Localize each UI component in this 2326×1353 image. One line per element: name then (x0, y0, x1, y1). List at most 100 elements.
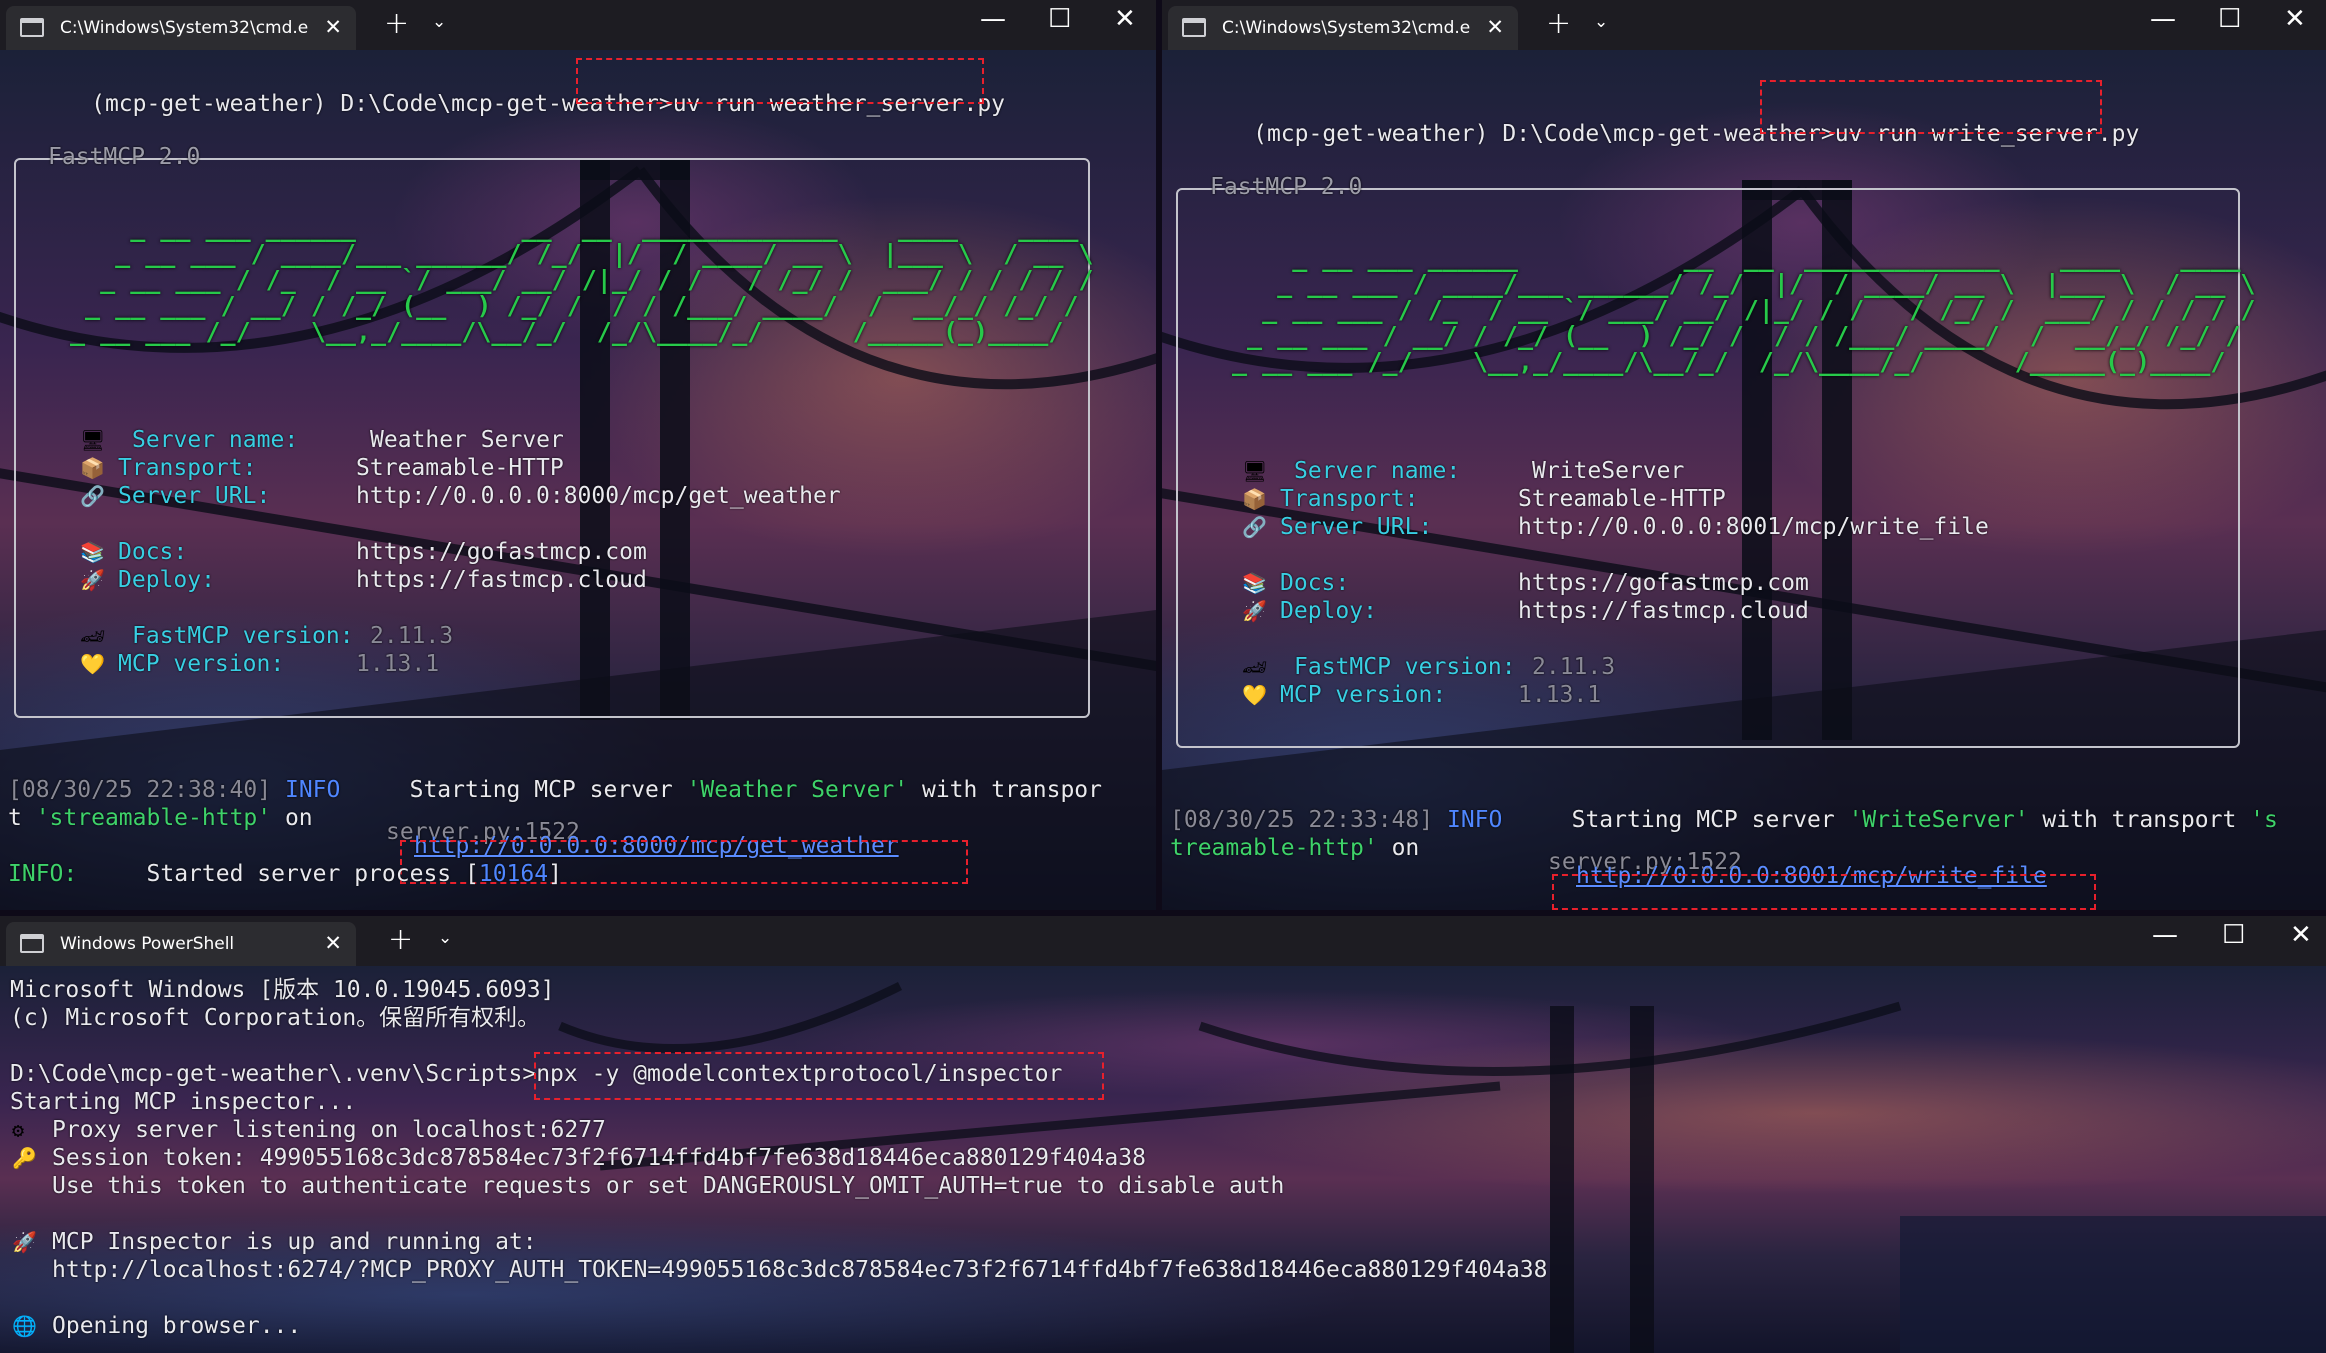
minimize-button[interactable]: — (980, 4, 1006, 34)
mcp-version-value: 1.13.1 (356, 651, 440, 677)
log-transport: treamable-http' (1170, 835, 1378, 861)
minimize-button[interactable]: — (2150, 4, 2176, 34)
link-icon: 🔗 (1242, 515, 1267, 539)
tab-cmd[interactable]: C:\Windows\System32\cmd.e> ✕ (6, 6, 356, 50)
log-message: Starting MCP server (1571, 807, 1849, 833)
mcp-version-label: MCP version: (118, 651, 285, 677)
transport-value: Streamable-HTTP (1518, 486, 1726, 512)
transport-value: Streamable-HTTP (356, 455, 564, 481)
chevron-down-icon[interactable]: ⌄ (438, 928, 452, 948)
command-highlight (534, 1052, 1104, 1100)
maximize-button[interactable]: ☐ (2218, 4, 2241, 34)
heart-icon: 💛 (1242, 683, 1267, 707)
new-tab-button[interactable]: + (1546, 6, 1571, 41)
rocket-icon: 🚀 (1242, 599, 1267, 623)
auth-hint-line: Use this token to authenticate requests … (52, 1173, 1285, 1199)
docs-label: Docs: (1280, 570, 1350, 596)
fastmcp-version-value: 2.11.3 (1532, 654, 1616, 680)
rocket-icon: 🚀 (12, 1230, 37, 1254)
log-transport: 'streamable-http' (35, 805, 272, 831)
docs-icon: 📚 (80, 540, 105, 564)
docs-label: Docs: (118, 539, 188, 565)
server-url-value: http://0.0.0.0:8000/mcp/get_weather (356, 483, 841, 509)
chevron-down-icon[interactable]: ⌄ (432, 12, 446, 32)
tab-title: Windows PowerShell (60, 934, 235, 954)
server-name-label: Server name: (132, 427, 299, 453)
rocket-icon: 🚀 (80, 568, 105, 592)
info-end: ] (548, 861, 562, 887)
tab-powershell[interactable]: Windows PowerShell ✕ (6, 922, 356, 966)
proxy-line: Proxy server listening on localhost:6277 (52, 1117, 606, 1143)
close-button[interactable]: ✕ (2290, 920, 2312, 950)
log-line-1: [08/30/25 22:33:48] INFO Starting MCP se… (1170, 806, 2278, 834)
ascii-line: _ __ ___ ______ __ __ _____________ ____… (1232, 243, 2241, 272)
server-url-label: Server URL: (1280, 514, 1433, 540)
banner-title: FastMCP 2.0 (1210, 174, 1363, 200)
banner-title: FastMCP 2.0 (48, 144, 201, 170)
log-on: on (271, 805, 313, 831)
fastmcp-version-label: FastMCP version: (1294, 654, 1516, 680)
cmd-window-write: C:\Windows\System32\cmd.e> ✕ + ⌄ — ☐ ✕ (… (1162, 0, 2326, 910)
log-cont: t (8, 805, 36, 831)
mcp-version-value: 1.13.1 (1518, 682, 1602, 708)
racecar-icon: 🏎 (80, 624, 106, 648)
deploy-label: Deploy: (118, 567, 215, 593)
title-bar: Windows PowerShell ✕ + ⌄ — ☐ ✕ (0, 916, 2326, 966)
server-url-value: http://0.0.0.0:8001/mcp/write_file (1518, 514, 1989, 540)
process-id: 10164 (478, 861, 549, 887)
tab-close-icon[interactable]: ✕ (324, 15, 342, 39)
maximize-button[interactable]: ☐ (1048, 4, 1071, 34)
maximize-button[interactable]: ☐ (2222, 920, 2245, 950)
command-highlight (576, 58, 984, 104)
docs-value: https://gofastmcp.com (1518, 570, 1809, 596)
close-button[interactable]: ✕ (2284, 4, 2306, 34)
log-line-2: treamable-http' on (1170, 834, 1419, 862)
opening-browser-line: Opening browser... (52, 1313, 302, 1339)
docs-icon: 📚 (1242, 571, 1267, 595)
log-on: on (1377, 835, 1420, 861)
minimize-button[interactable]: — (2152, 920, 2178, 950)
globe-icon: 🌐 (12, 1314, 37, 1338)
fastmcp-version-label: FastMCP version: (132, 623, 354, 649)
tab-close-icon[interactable]: ✕ (324, 931, 342, 955)
deploy-value: https://fastmcp.cloud (1518, 598, 1809, 624)
log-timestamp: [08/30/25 22:33:48] (1170, 807, 1434, 833)
tab-close-icon[interactable]: ✕ (1486, 15, 1504, 39)
transport-icon: 📦 (1242, 487, 1267, 511)
ascii-line: _ __ ___ ______ __ __ _____________ ____… (70, 213, 1079, 242)
powershell-window: Windows PowerShell ✕ + ⌄ — ☐ ✕ Microsoft… (0, 916, 2326, 1353)
close-button[interactable]: ✕ (1114, 4, 1136, 34)
log-server-name: 'Weather Server' (686, 777, 909, 803)
new-tab-button[interactable]: + (384, 6, 409, 41)
transport-label: Transport: (1280, 486, 1419, 512)
transport-icon: 📦 (80, 456, 105, 480)
command-highlight (1760, 80, 2102, 134)
server-url-label: Server URL: (118, 483, 271, 509)
ascii-line: _ __ ___ / /_ / __ `/ ___/ __/ /|_/ / / … (1232, 295, 2256, 324)
log-message-end: with transpor (908, 777, 1102, 803)
terminal-area[interactable]: Microsoft Windows [版本 10.0.19045.6093] (… (0, 966, 2326, 1353)
ascii-line: _ __ ___ / /_ / __ `/ ___/ __/ /|_/ / / … (70, 265, 1094, 294)
ascii-line: _ __ ___ / ____/___ ______/ /_/ |/ / ___… (1232, 269, 2256, 298)
log-line-1: [08/30/25 22:38:40] INFO Starting MCP se… (8, 776, 1102, 804)
info-text: Started server process [ (146, 861, 479, 887)
tab-title: C:\Windows\System32\cmd.e> (1222, 18, 1472, 38)
tab-cmd[interactable]: C:\Windows\System32\cmd.e> ✕ (1168, 6, 1518, 50)
ascii-line: _ __ ___ / __/ / /_/ (__ ) /_/ / / / /__… (1232, 321, 2241, 350)
terminal-area[interactable]: (mcp-get-weather) D:\Code\mcp-get-weathe… (1162, 50, 2326, 910)
title-bar: C:\Windows\System32\cmd.e> ✕ + ⌄ — ☐ ✕ (0, 0, 1156, 50)
new-tab-button[interactable]: + (388, 922, 413, 957)
windows-version-line: Microsoft Windows [版本 10.0.19045.6093] (10, 977, 555, 1003)
racecar-icon: 🏎 (1242, 655, 1268, 679)
gear-icon: ⚙ (12, 1118, 25, 1142)
log-level: INFO (284, 777, 341, 803)
terminal-area[interactable]: (mcp-get-weather) D:\Code\mcp-get-weathe… (0, 50, 1156, 910)
terminal-icon (20, 18, 44, 37)
log-message-end: with transport (2028, 807, 2251, 833)
prompt-text: (mcp-get-weather) D:\Code\mcp-get-weathe… (1253, 121, 1835, 147)
inspector-url[interactable]: http://localhost:6274/?MCP_PROXY_AUTH_TO… (52, 1256, 1548, 1284)
ascii-line: _ __ ___ /_/ \__,_/____/\__/_/ /_/\____/… (1232, 347, 2226, 376)
transport-label: Transport: (118, 455, 257, 481)
docs-value: https://gofastmcp.com (356, 539, 647, 565)
chevron-down-icon[interactable]: ⌄ (1594, 12, 1608, 32)
